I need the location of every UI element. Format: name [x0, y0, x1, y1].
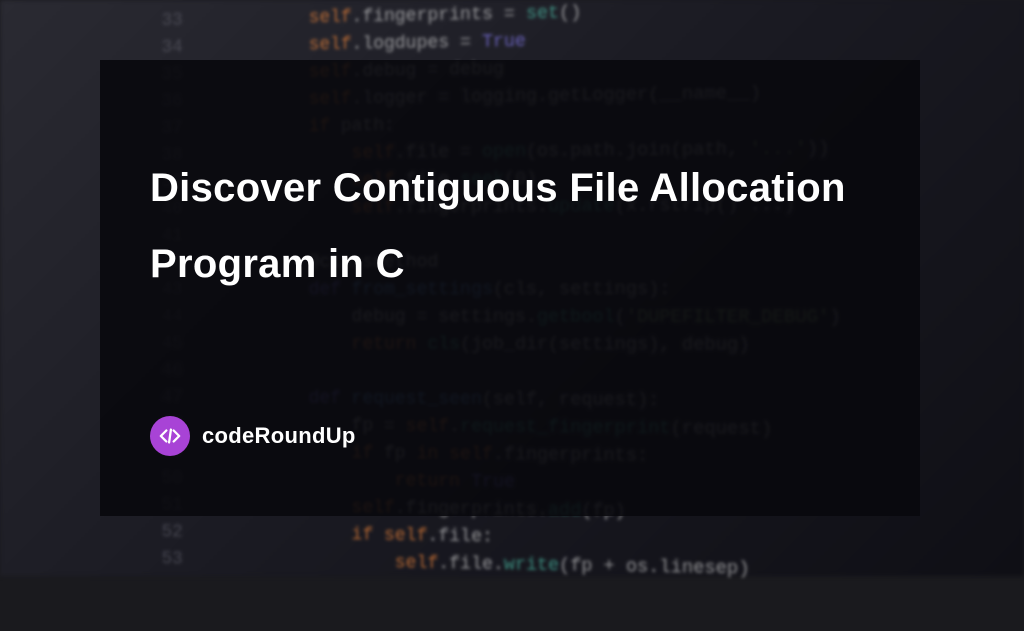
line-number: 52: [8, 517, 181, 547]
code-brackets-icon: [150, 416, 190, 456]
content-card: Discover Contiguous File Allocation Prog…: [100, 60, 920, 516]
brand-row: codeRoundUp: [150, 416, 870, 456]
line-number: 53: [8, 544, 181, 574]
card-title: Discover Contiguous File Allocation Prog…: [150, 150, 870, 302]
brand-name: codeRoundUp: [202, 423, 356, 449]
line-number: 33: [8, 8, 181, 38]
